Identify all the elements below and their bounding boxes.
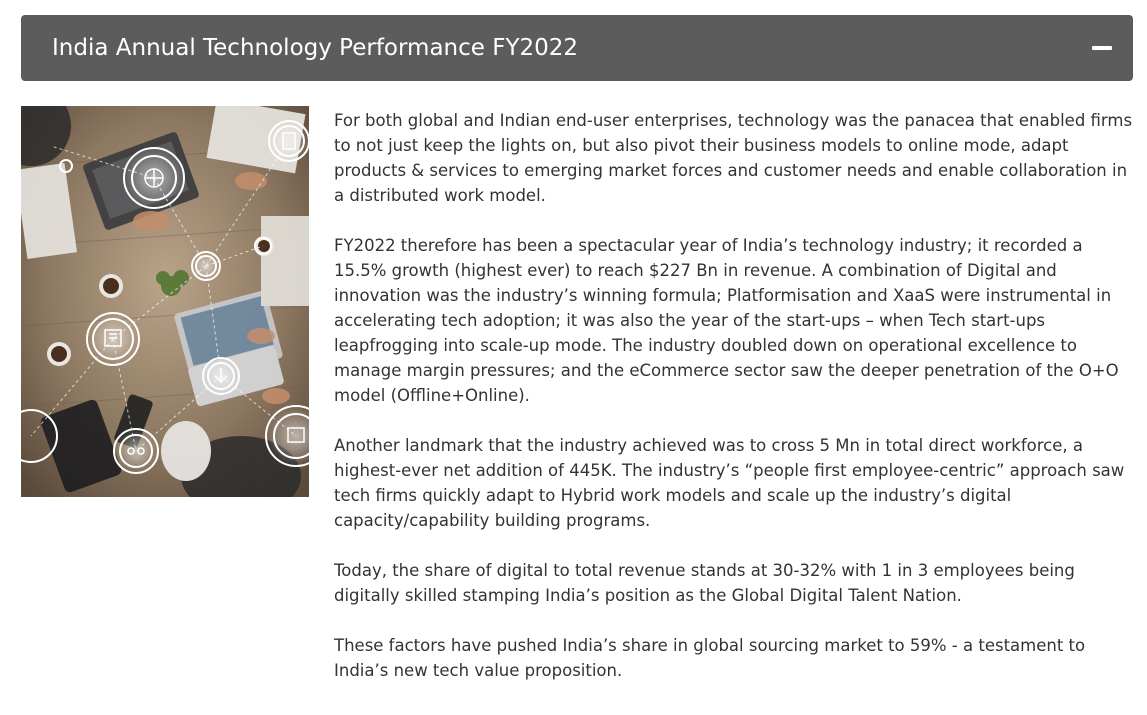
section-title: India Annual Technology Performance FY20…	[52, 35, 579, 61]
accordion-header[interactable]: India Annual Technology Performance FY20…	[21, 15, 1133, 81]
paragraph: Today, the share of digital to total rev…	[334, 561, 1075, 605]
minus-icon[interactable]	[1092, 38, 1112, 58]
paragraph: These factors have pushed India’s share …	[334, 636, 1086, 680]
paragraph: Another landmark that the industry achie…	[334, 436, 1125, 530]
paragraph: FY2022 therefore has been a spectacular …	[334, 236, 1119, 405]
technology-teamwork-image	[21, 106, 309, 497]
article-content: For both global and Indian end-user ente…	[334, 108, 1134, 708]
paragraph: For both global and Indian end-user ente…	[334, 111, 1133, 205]
